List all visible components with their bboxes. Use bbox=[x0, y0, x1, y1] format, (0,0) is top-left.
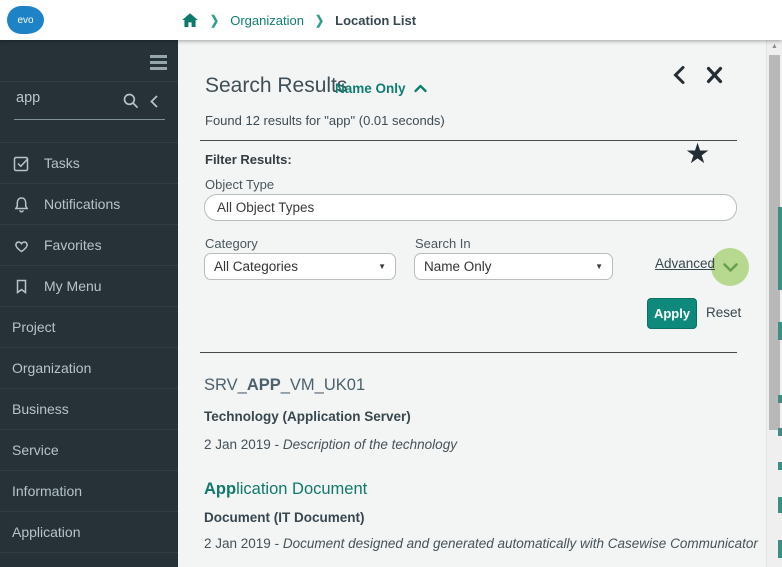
search-in-label: Search In bbox=[415, 236, 471, 251]
bookmark-icon bbox=[12, 277, 36, 296]
dropdown-arrow-icon: ▼ bbox=[595, 262, 603, 271]
sidebar-item-partial[interactable] bbox=[0, 552, 178, 567]
category-dropdown[interactable]: All Categories ▼ bbox=[204, 253, 396, 280]
divider bbox=[200, 140, 737, 141]
result-title-link[interactable]: SRV_APP_VM_UK01 bbox=[204, 376, 365, 395]
search-results-panel: Search Results Name Only Found 12 result… bbox=[178, 40, 766, 567]
evo-logo-text: evo bbox=[17, 14, 34, 26]
breadcrumb: ❯ Organization ❯ Location List bbox=[181, 0, 416, 40]
search-in-value: Name Only bbox=[424, 259, 492, 274]
sidebar-search-input[interactable] bbox=[16, 90, 116, 106]
result-date: 2 Jan 2019 bbox=[204, 437, 271, 452]
apply-button[interactable]: Apply bbox=[647, 298, 697, 329]
result-separator: - bbox=[274, 536, 280, 551]
sidebar-item-business[interactable]: Business bbox=[0, 388, 178, 429]
advanced-link[interactable]: Advanced bbox=[655, 256, 715, 271]
result-meta: 2 Jan 2019 - Document designed and gener… bbox=[204, 536, 758, 551]
scrollbar-up-arrow-icon[interactable]: ▲ bbox=[767, 43, 782, 50]
sidebar-item-notifications[interactable]: Notifications bbox=[0, 183, 178, 224]
object-type-input[interactable] bbox=[204, 194, 737, 221]
advanced-toggle-button[interactable] bbox=[711, 248, 749, 286]
evo-logo[interactable]: evo bbox=[7, 6, 44, 34]
sidebar-menu: Tasks Notifications Favorites My Menu Pr… bbox=[0, 142, 178, 567]
vertical-scrollbar[interactable]: ▲ bbox=[766, 40, 782, 567]
breadcrumb-separator-icon: ❯ bbox=[314, 13, 325, 28]
page-title: Search Results bbox=[205, 74, 348, 97]
filter-heading: Filter Results: bbox=[205, 152, 292, 167]
sidebar-item-label: Business bbox=[12, 401, 69, 417]
bell-icon bbox=[12, 195, 36, 214]
result-title-link[interactable]: Application Document bbox=[204, 480, 367, 499]
sidebar-item-organization[interactable]: Organization bbox=[0, 347, 178, 388]
scope-toggle[interactable]: Name Only bbox=[335, 81, 428, 96]
chevron-down-icon bbox=[722, 262, 739, 273]
search-in-dropdown[interactable]: Name Only ▼ bbox=[414, 253, 613, 280]
reset-link[interactable]: Reset bbox=[706, 305, 741, 320]
sidebar: Tasks Notifications Favorites bbox=[0, 40, 178, 567]
sidebar-item-service[interactable]: Service bbox=[0, 429, 178, 470]
result-title-match: App bbox=[204, 480, 237, 498]
result-title-match: APP bbox=[246, 376, 281, 394]
tasks-icon bbox=[12, 154, 36, 173]
sidebar-item-information[interactable]: Information bbox=[0, 470, 178, 511]
result-date: 2 Jan 2019 bbox=[204, 536, 271, 551]
sidebar-item-label: Application bbox=[12, 524, 81, 540]
result-separator: - bbox=[274, 437, 280, 452]
sidebar-item-my-menu[interactable]: My Menu bbox=[0, 265, 178, 306]
top-header: evo ❯ Organization ❯ Location List bbox=[0, 0, 782, 40]
result-title-text: SRV_ bbox=[204, 376, 247, 394]
sidebar-item-label: Information bbox=[12, 483, 83, 499]
breadcrumb-separator-icon: ❯ bbox=[210, 13, 220, 28]
back-chevron-icon[interactable] bbox=[672, 65, 686, 90]
search-icon[interactable] bbox=[122, 92, 140, 115]
divider bbox=[200, 352, 737, 353]
category-label: Category bbox=[205, 236, 258, 251]
result-object-type: Document (IT Document) bbox=[204, 510, 365, 525]
result-description: Description of the technology bbox=[282, 437, 457, 452]
results-summary: Found 12 results for "app" (0.01 seconds… bbox=[205, 113, 445, 128]
close-icon[interactable] bbox=[706, 65, 723, 90]
result-object-type: Technology (Application Server) bbox=[204, 409, 411, 424]
app-screen: evo ❯ Organization ❯ Location List app T… bbox=[0, 0, 782, 567]
chevron-up-icon bbox=[413, 83, 428, 94]
sidebar-item-application[interactable]: Application bbox=[0, 511, 178, 552]
sidebar-item-label: Notifications bbox=[44, 196, 121, 212]
breadcrumb-organization[interactable]: Organization bbox=[230, 13, 304, 28]
sidebar-item-label: Project bbox=[12, 319, 56, 335]
sidebar-item-label: Organization bbox=[12, 360, 92, 376]
home-icon[interactable] bbox=[181, 12, 199, 28]
favorite-star-icon[interactable]: ★ bbox=[685, 140, 710, 168]
result-title-text: lication Document bbox=[236, 480, 368, 498]
sidebar-item-label: Service bbox=[12, 442, 59, 458]
result-meta: 2 Jan 2019 - Description of the technolo… bbox=[204, 437, 457, 452]
search-underline bbox=[14, 119, 165, 120]
sidebar-divider bbox=[0, 81, 178, 82]
hamburger-menu-icon[interactable] bbox=[150, 55, 167, 70]
sidebar-item-tasks[interactable]: Tasks bbox=[0, 142, 178, 183]
sidebar-item-project[interactable]: Project bbox=[0, 306, 178, 347]
heart-icon bbox=[12, 236, 36, 255]
sidebar-item-favorites[interactable]: Favorites bbox=[0, 224, 178, 265]
object-type-label: Object Type bbox=[205, 177, 275, 192]
sidebar-item-label: My Menu bbox=[44, 278, 102, 294]
scrollbar-thumb[interactable] bbox=[769, 55, 780, 430]
chevron-left-icon[interactable] bbox=[148, 94, 160, 114]
dropdown-arrow-icon: ▼ bbox=[378, 262, 386, 271]
scope-label: Name Only bbox=[335, 81, 406, 96]
breadcrumb-current-page: Location List bbox=[335, 12, 417, 28]
result-title-text: _VM_UK01 bbox=[280, 376, 366, 394]
sidebar-item-label: Favorites bbox=[44, 237, 102, 253]
sidebar-item-label: Tasks bbox=[44, 155, 80, 171]
result-description: Document designed and generated automati… bbox=[282, 536, 758, 551]
category-value: All Categories bbox=[214, 259, 299, 274]
